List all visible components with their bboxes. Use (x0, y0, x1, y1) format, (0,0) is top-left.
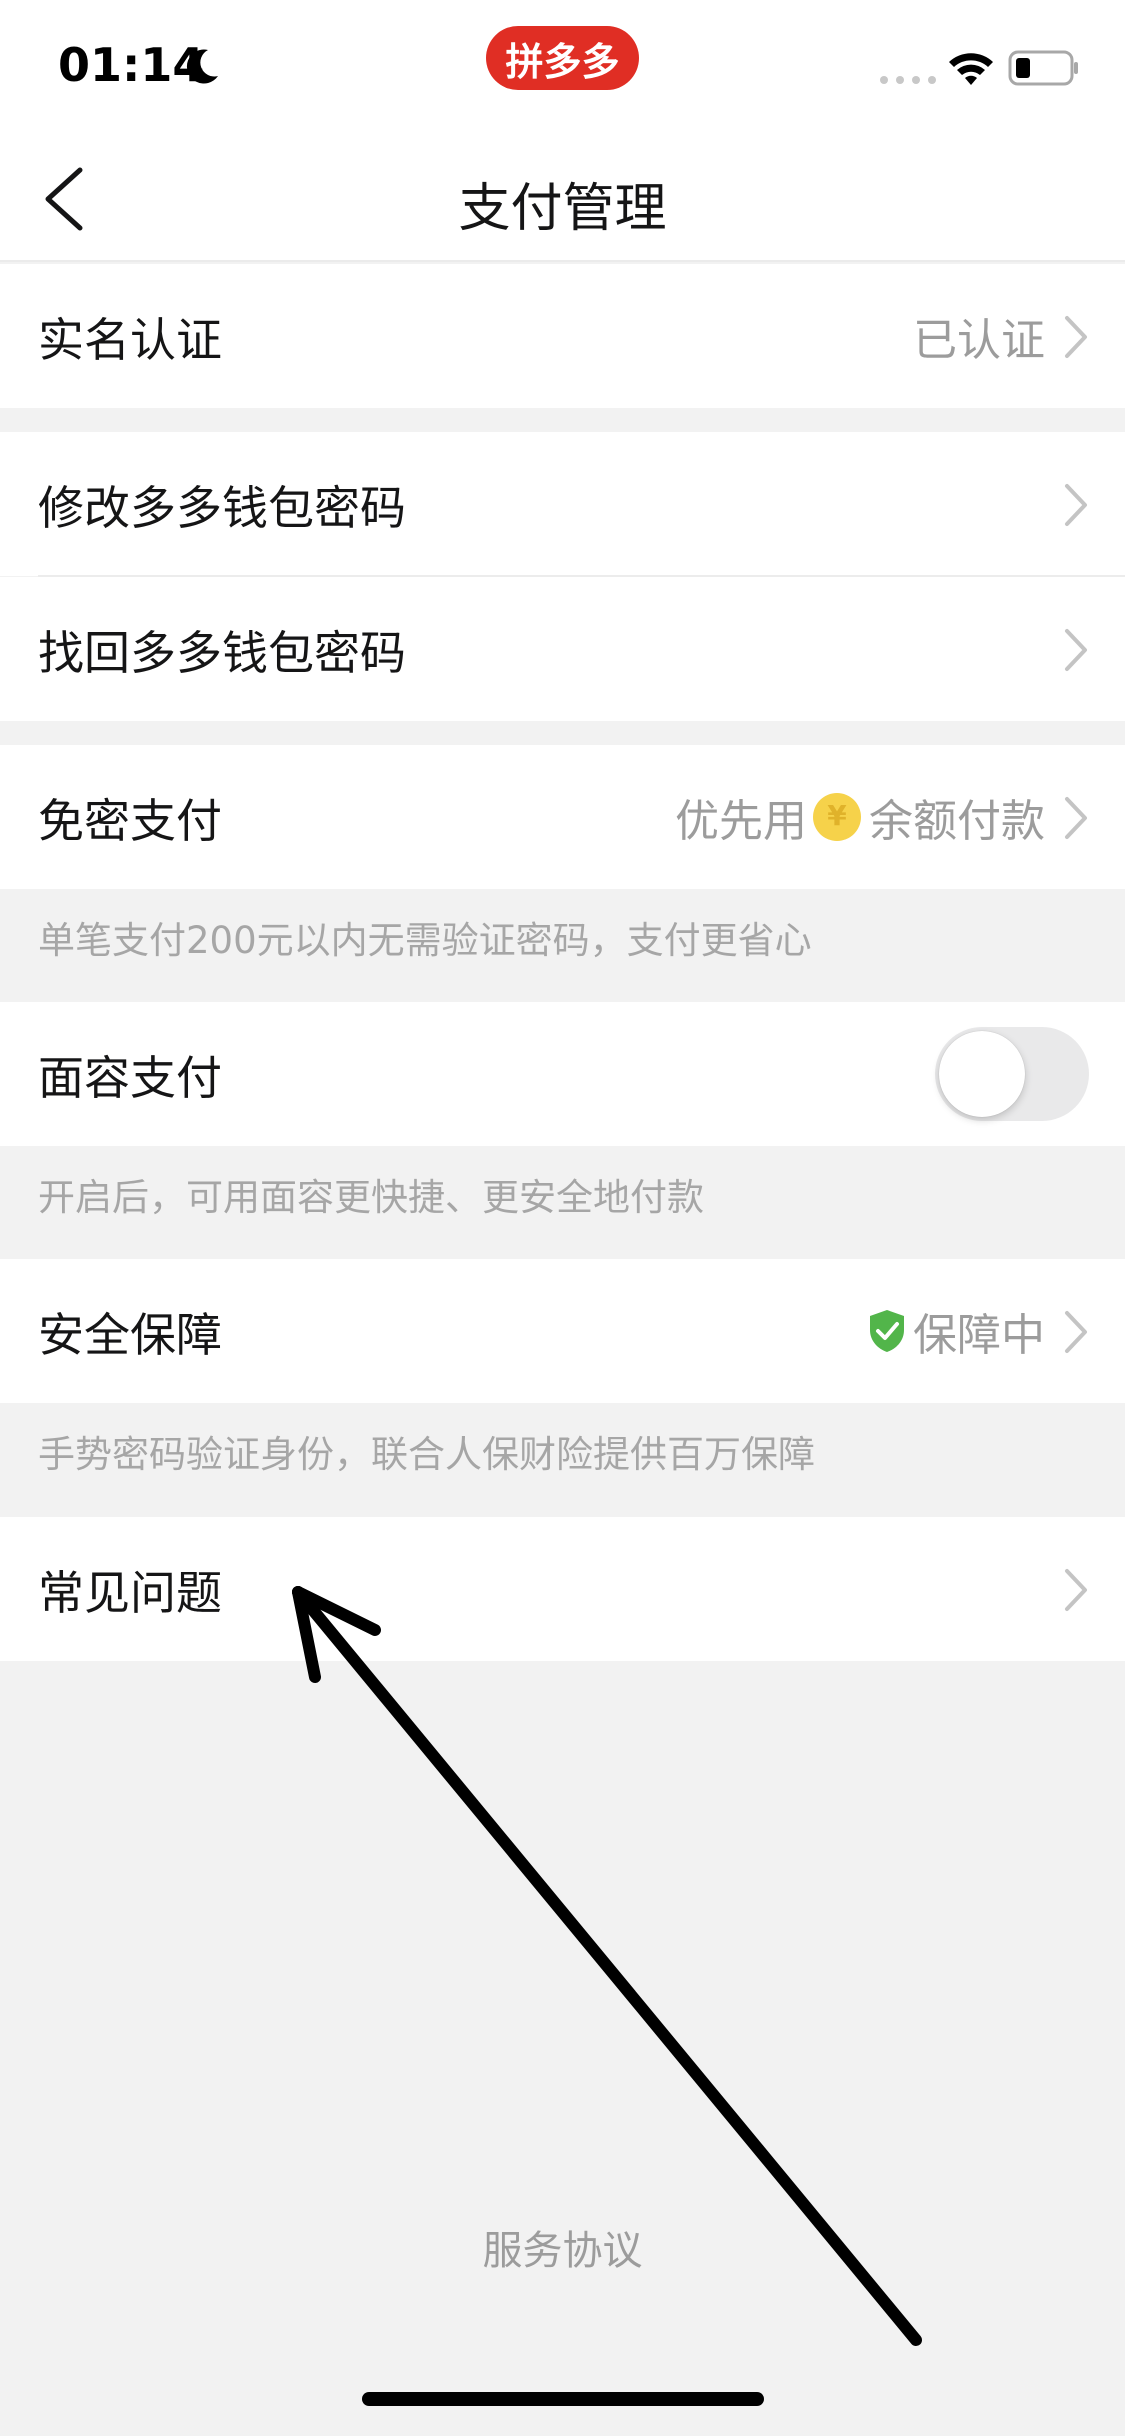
face-pay-hint: 开启后，可用面容更快捷、更安全地付款 (38, 1176, 704, 1219)
security-hint: 手势密码验证身份，联合人保财险提供百万保障 (38, 1433, 815, 1476)
chevron-right-icon (1065, 484, 1087, 526)
recover-password-label: 找回多多钱包密码 (38, 626, 406, 680)
security-row[interactable]: 安全保障 保障中 (0, 1259, 1125, 1403)
chevron-right-icon (1065, 316, 1087, 358)
coin-icon: ¥ (813, 793, 861, 841)
face-pay-toggle[interactable] (935, 1027, 1089, 1121)
chevron-right-icon (1065, 1311, 1087, 1353)
chevron-right-icon (1065, 1569, 1087, 1611)
password-free-row[interactable]: 免密支付 优先用 ¥ 余额付款 (0, 745, 1125, 889)
wifi-icon (949, 53, 993, 85)
battery-icon (1008, 50, 1078, 86)
shield-check-icon (870, 1310, 904, 1352)
coin-symbol: ¥ (827, 799, 847, 832)
toggle-knob (939, 1031, 1025, 1117)
real-name-row[interactable]: 实名认证 已认证 (0, 264, 1125, 408)
security-status: 保障中 (867, 1299, 1045, 1363)
security-label: 安全保障 (38, 1308, 222, 1362)
password-free-prefix: 优先用 (675, 796, 807, 847)
status-bar: 01:14 拼多多 (0, 0, 1125, 132)
password-free-value: 优先用 ¥ 余额付款 (675, 785, 1045, 849)
chevron-right-icon (1065, 629, 1087, 671)
real-name-label: 实名认证 (38, 313, 222, 367)
password-free-label: 免密支付 (38, 794, 222, 848)
signal-icon (880, 76, 936, 84)
recover-password-row[interactable]: 找回多多钱包密码 (0, 577, 1125, 721)
change-password-label: 修改多多钱包密码 (38, 481, 406, 535)
face-pay-label: 面容支付 (38, 1051, 222, 1105)
password-free-suffix: 余额付款 (869, 796, 1045, 847)
page-title: 支付管理 (458, 179, 667, 239)
app-badge[interactable]: 拼多多 (486, 26, 639, 90)
moon-icon (186, 49, 218, 84)
home-indicator[interactable] (362, 2392, 764, 2406)
change-password-row[interactable]: 修改多多钱包密码 (0, 432, 1125, 576)
security-value: 保障中 (913, 1310, 1045, 1361)
nav-bar: 支付管理 (0, 132, 1125, 262)
service-agreement-link[interactable]: 服务协议 (0, 2218, 1125, 2276)
password-free-hint: 单笔支付200元以内无需验证密码，支付更省心 (38, 919, 812, 962)
real-name-status: 已认证 (913, 315, 1045, 366)
faq-row[interactable]: 常见问题 (0, 1517, 1125, 1661)
chevron-right-icon (1065, 797, 1087, 839)
faq-label: 常见问题 (38, 1566, 222, 1620)
